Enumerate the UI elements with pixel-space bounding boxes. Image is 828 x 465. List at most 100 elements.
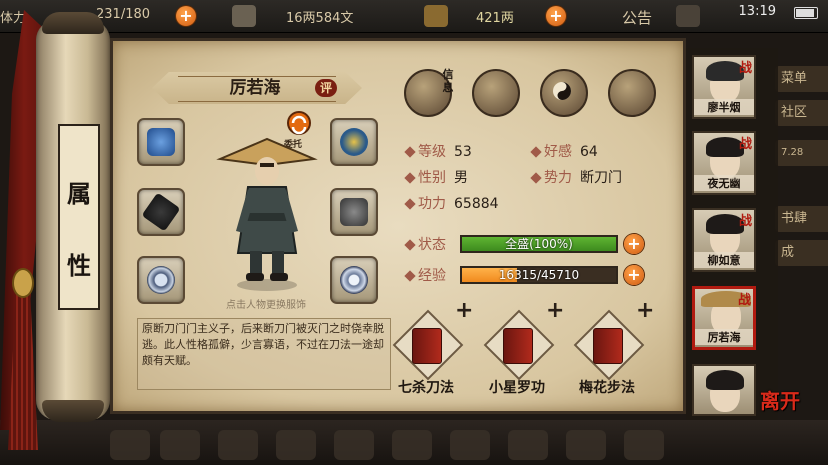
bottom-menu-item[interactable] [218, 430, 258, 460]
notice-button[interactable]: 公告 [622, 7, 652, 28]
add-stamina-button[interactable]: + [176, 6, 196, 26]
attributes-title-plaque: 属 性 [58, 124, 100, 310]
silver-value: 421两 [476, 11, 514, 26]
battle-mark-icon: 战 [738, 214, 752, 229]
battle-mark-icon: 战 [737, 293, 751, 308]
party-member-portrait-selected[interactable]: 战 厉若海 [692, 286, 756, 350]
party-member-portrait[interactable]: 战 夜无幽 [692, 131, 756, 195]
equip-slot-weapon[interactable] [137, 188, 185, 236]
skill-name: 七杀刀法 [398, 380, 454, 396]
coins-value: 16两584文 [286, 11, 354, 26]
add-silver-button[interactable]: + [546, 6, 566, 26]
scroll-cap-top [42, 12, 104, 34]
portrait-name: 柳如意 [694, 252, 754, 268]
party-member-portrait[interactable]: 战 廖半烟 [692, 55, 756, 119]
equip-slot-gloves[interactable] [137, 118, 185, 166]
bottom-menu-bar [0, 420, 828, 465]
experience-label: 经验 [418, 268, 446, 284]
bottom-menu-item[interactable] [566, 430, 606, 460]
level-row: 等级 53 [418, 141, 472, 161]
hero-biography: 原断刀门门主义子，后来断刀门被灭门之时侥幸脱逃。此人性格孤僻，少言寡语，不过在刀… [137, 318, 391, 390]
power-row: 功力 65884 [418, 193, 499, 213]
add-experience-button[interactable]: + [624, 265, 644, 285]
party-member-portrait[interactable]: 战 柳如意 [692, 208, 756, 272]
clock: 13:19 [738, 4, 776, 19]
yinyang-icon [553, 82, 571, 100]
jade-pendant-icon [340, 266, 368, 294]
faction-label: 势力 [544, 170, 572, 186]
bookshop-button[interactable]: 书肆 [775, 206, 828, 232]
portrait-name: 厉若海 [695, 329, 753, 345]
event-date: 7.28 [775, 140, 828, 166]
power-value: 65884 [454, 196, 499, 212]
silver-ingot-icon [424, 5, 448, 27]
change-outfit-hint: 点击人物更换服饰 [226, 300, 306, 311]
menu-button[interactable]: 菜单 [775, 66, 828, 92]
bottom-menu-item[interactable] [392, 430, 432, 460]
gender-label: 性别 [418, 170, 446, 186]
favor-label: 好感 [544, 144, 572, 160]
gauntlet-icon [147, 128, 175, 156]
portrait-name: 夜无幽 [694, 175, 754, 191]
bagua-tab-icon[interactable] [540, 69, 588, 117]
power-label: 功力 [418, 196, 446, 212]
equip-slot-helmet[interactable] [330, 118, 378, 166]
leave-button[interactable]: 离开 [760, 385, 820, 425]
tassel-knot [14, 270, 32, 296]
portrait-name: 廖半烟 [694, 99, 754, 115]
equip-slot-armor[interactable] [330, 188, 378, 236]
gift-icon[interactable] [676, 5, 700, 27]
status-bar: 全盛(100%) [460, 235, 618, 253]
skill-book-icon[interactable] [593, 328, 623, 364]
inventory-tab-icon[interactable] [472, 69, 520, 117]
ring-icon [147, 266, 175, 294]
faction-row: 势力 断刀门 [544, 167, 622, 187]
armor-icon [340, 198, 368, 226]
title-char: 属 [67, 179, 91, 208]
status-bar-text: 全盛(100%) [505, 237, 573, 251]
experience-bar-text: 16315/45710 [498, 268, 580, 282]
bottom-menu-item[interactable] [334, 430, 374, 460]
battle-mark-icon: 战 [738, 61, 752, 76]
restore-status-button[interactable]: + [624, 234, 644, 254]
gender-row: 性别男 [418, 167, 468, 187]
bottom-menu-item[interactable] [508, 430, 548, 460]
bottom-menu-item[interactable] [110, 430, 150, 460]
status-label: 状态 [418, 237, 446, 253]
community-button[interactable]: 社区 [775, 100, 828, 126]
skill-book-icon[interactable] [412, 328, 442, 364]
meridian-tab-icon[interactable] [608, 69, 656, 117]
favor-value: 64 [580, 144, 598, 160]
battery-icon [794, 7, 818, 19]
skill-plus-sign[interactable]: + [546, 298, 564, 323]
portrait-hair [706, 370, 744, 390]
party-member-portrait[interactable] [692, 364, 756, 416]
bottom-menu-item[interactable] [160, 430, 200, 460]
favor-row: 好感 64 [544, 141, 598, 161]
achievement-button[interactable]: 成 [775, 240, 828, 266]
title-char: 性 [67, 251, 91, 280]
top-resource-bar: 体力 231/180 + 16两584文 421两 + 公告 13:19 [0, 0, 828, 33]
stamina-label: 体力 [0, 11, 27, 26]
rate-button[interactable]: 评 [315, 79, 337, 97]
equip-slot-amulet[interactable] [330, 256, 378, 304]
experience-bar: 16315/45710 [460, 266, 618, 284]
level-label: 等级 [418, 144, 446, 160]
equip-slot-ring[interactable] [137, 256, 185, 304]
battle-mark-icon: 战 [738, 137, 752, 152]
stamina-value: 231/180 [96, 7, 151, 22]
blade-icon [141, 192, 181, 232]
bottom-menu-item[interactable] [624, 430, 664, 460]
hero-name: 厉若海 [229, 78, 281, 98]
info-tab-label: 信息 [442, 68, 454, 94]
skill-book-icon[interactable] [503, 328, 533, 364]
skill-name: 梅花步法 [579, 380, 635, 396]
skill-plus-sign[interactable]: + [455, 298, 473, 323]
level-value: 53 [454, 144, 472, 160]
hero-figure[interactable] [212, 135, 322, 295]
gender-value: 男 [454, 170, 468, 186]
skill-plus-sign[interactable]: + [636, 298, 654, 323]
scroll-cap-bottom [42, 400, 104, 422]
bottom-menu-item[interactable] [276, 430, 316, 460]
bottom-menu-item[interactable] [450, 430, 490, 460]
